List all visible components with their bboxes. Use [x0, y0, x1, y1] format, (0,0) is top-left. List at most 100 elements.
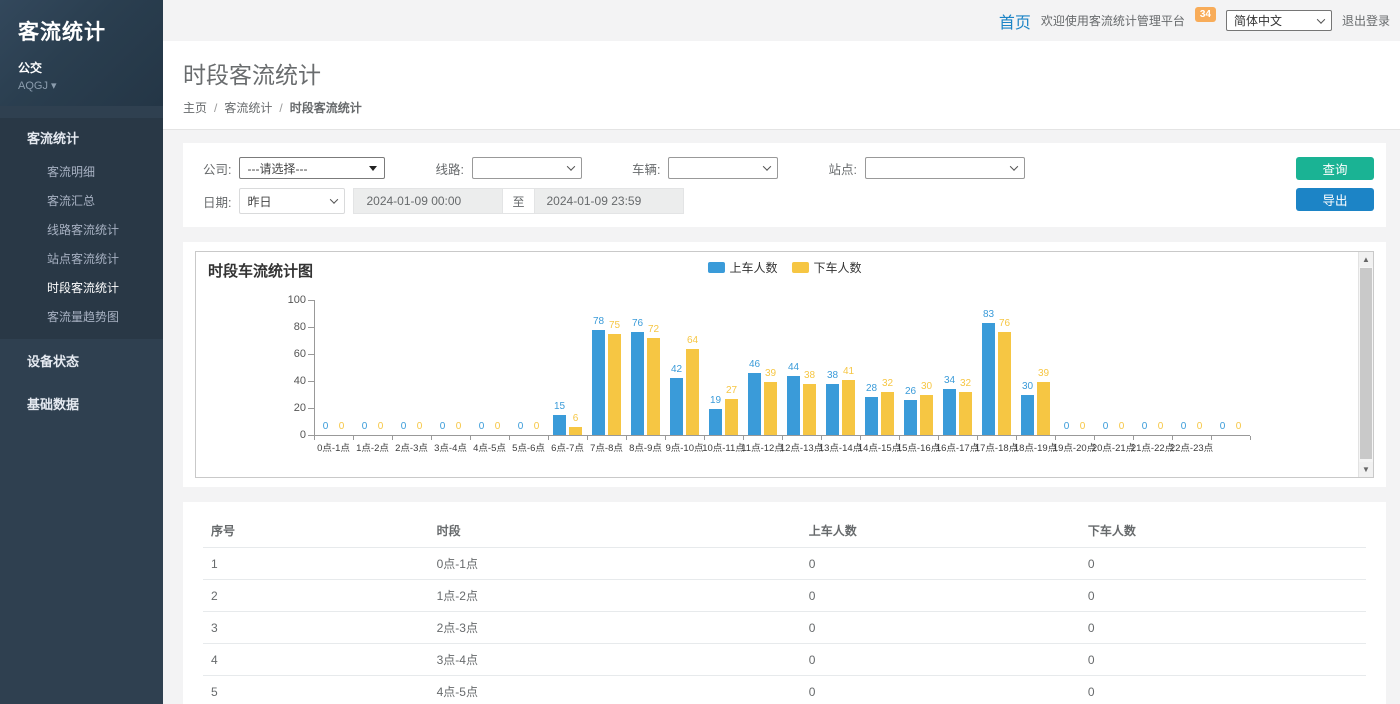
bar-value: 0 — [520, 421, 554, 432]
nav-submenu: 客流明细 客流汇总 线路客流统计 站点客流统计 时段客流统计 客流量趋势图 — [0, 157, 163, 339]
chart-scrollbar[interactable]: ▲ ▼ — [1358, 252, 1373, 477]
nav-section-passenger-stats: 客流统计 客流明细 客流汇总 线路客流统计 站点客流统计 时段客流统计 客流量趋… — [0, 118, 163, 339]
bar-value: 15 — [543, 401, 577, 412]
bar — [631, 332, 644, 435]
breadcrumb-item[interactable]: 主页 — [183, 99, 207, 116]
sidebar-item-passenger-summary[interactable]: 客流汇总 — [0, 186, 163, 215]
y-axis-label: 60 — [254, 348, 306, 360]
bar — [592, 330, 605, 435]
date-range-group: 2024-01-09 00:00 至 2024-01-09 23:59 — [353, 188, 683, 214]
logout-link[interactable]: 退出登录 — [1342, 12, 1390, 29]
bar — [787, 376, 800, 435]
home-link[interactable]: 首页 — [999, 9, 1031, 33]
table-cell: 0点-1点 — [429, 548, 801, 580]
vehicle-select[interactable] — [668, 157, 778, 179]
breadcrumb-item[interactable]: 客流统计 — [224, 99, 272, 116]
date-between-label: 至 — [503, 188, 533, 214]
export-button[interactable]: 导出 — [1296, 188, 1374, 211]
y-axis-tick — [308, 381, 314, 382]
sidebar-item-passenger-stats[interactable]: 客流统计 — [0, 118, 163, 157]
sidebar-item-passenger-detail[interactable]: 客流明细 — [0, 157, 163, 186]
bar-value: 27 — [715, 385, 749, 396]
chart-panel: 时段车流统计图 上车人数下车人数 0204060801000点-1点1点-2点2… — [183, 242, 1386, 487]
chevron-down-icon — [1317, 15, 1325, 23]
scrollbar-thumb[interactable] — [1360, 268, 1372, 459]
table-cell: 0 — [1080, 580, 1366, 612]
x-axis-label: 22点-23点 — [1152, 440, 1232, 454]
sidebar-item-station-stats[interactable]: 站点客流统计 — [0, 244, 163, 273]
table-cell: 0 — [801, 676, 1080, 704]
line-select[interactable] — [472, 157, 582, 179]
breadcrumb-item: 时段客流统计 — [290, 99, 362, 116]
table-row: 54点-5点00 — [203, 676, 1366, 704]
company-select-value: ---请选择--- — [247, 160, 307, 177]
bar — [865, 397, 878, 435]
sidebar-item-timeperiod-stats[interactable]: 时段客流统计 — [0, 273, 163, 302]
breadcrumb-separator: / — [279, 101, 282, 115]
table-panel: 序号 时段 上车人数 下车人数 10点-1点0021点-2点0032点-3点00… — [183, 502, 1386, 704]
company-filter: 公司: ---请选择--- — [203, 157, 385, 179]
chevron-down-icon — [1010, 162, 1018, 170]
y-axis-tick — [308, 327, 314, 328]
table-cell: 1 — [203, 548, 429, 580]
language-select-value: 简体中文 — [1234, 12, 1282, 29]
col-header-index: 序号 — [203, 514, 429, 548]
sidebar-item-device-status[interactable]: 设备状态 — [0, 339, 163, 382]
scroll-down-arrow-icon[interactable]: ▼ — [1359, 462, 1373, 477]
station-label: 站点: — [828, 159, 856, 178]
company-select[interactable]: ---请选择--- — [239, 157, 385, 179]
date-preset-value: 昨日 — [247, 193, 271, 210]
table-cell: 0 — [1080, 676, 1366, 704]
sidebar-item-line-stats[interactable]: 线路客流统计 — [0, 215, 163, 244]
vehicle-label: 车辆: — [632, 159, 660, 178]
content: 公司: ---请选择--- 线路: 车辆: — [163, 130, 1400, 704]
table-row: 10点-1点00 — [203, 548, 1366, 580]
y-axis-tick — [308, 300, 314, 301]
company-label: 公司: — [203, 159, 231, 178]
y-axis-label: 80 — [254, 321, 306, 333]
bar — [569, 427, 582, 435]
bar-value: 72 — [637, 324, 671, 335]
station-select[interactable] — [865, 157, 1025, 179]
main-area: 首页 欢迎使用客流统计管理平台 34 简体中文 退出登录 时段客流统计 主页 / 客… — [163, 0, 1400, 704]
y-axis-label: 100 — [254, 294, 306, 306]
sidebar-item-base-data[interactable]: 基础数据 — [0, 382, 163, 425]
table-cell: 1点-2点 — [429, 580, 801, 612]
x-axis-tick — [1250, 436, 1251, 440]
date-start-input[interactable]: 2024-01-09 00:00 — [353, 188, 503, 214]
page-title: 时段客流统计 — [183, 56, 1380, 90]
language-select[interactable]: 简体中文 — [1226, 10, 1332, 31]
welcome-text: 欢迎使用客流统计管理平台 — [1041, 12, 1185, 29]
bar — [920, 395, 933, 436]
table-cell: 0 — [1080, 612, 1366, 644]
notification-badge: 34 — [1195, 7, 1216, 22]
bar — [998, 332, 1011, 435]
bar — [881, 392, 894, 435]
line-filter: 线路: — [435, 157, 581, 179]
bar — [608, 334, 621, 435]
sidebar-item-trend-chart[interactable]: 客流量趋势图 — [0, 302, 163, 331]
bar — [647, 338, 660, 435]
scroll-up-arrow-icon[interactable]: ▲ — [1359, 252, 1373, 267]
date-filter: 日期: 昨日 2024-01-09 00:00 至 2024-01-09 23:… — [203, 188, 684, 214]
bar — [959, 392, 972, 435]
table-cell: 5 — [203, 676, 429, 704]
date-end-input[interactable]: 2024-01-09 23:59 — [534, 188, 684, 214]
sidebar-nav: 客流统计 客流明细 客流汇总 线路客流统计 站点客流统计 时段客流统计 客流量趋… — [0, 118, 163, 425]
breadcrumb-separator: / — [214, 101, 217, 115]
station-filter: 站点: — [828, 157, 1024, 179]
topbar: 首页 欢迎使用客流统计管理平台 34 简体中文 退出登录 — [163, 0, 1400, 41]
query-button[interactable]: 查询 — [1296, 157, 1374, 180]
chevron-down-icon — [567, 162, 575, 170]
filter-panel: 公司: ---请选择--- 线路: 车辆: — [183, 143, 1386, 227]
y-axis-tick — [308, 408, 314, 409]
bar-value: 6 — [559, 413, 593, 424]
user-dropdown[interactable]: AQGJ ▾ — [18, 79, 145, 92]
bar — [803, 384, 816, 435]
table-row: 32点-3点00 — [203, 612, 1366, 644]
bar — [670, 378, 683, 435]
date-preset-select[interactable]: 昨日 — [239, 188, 345, 214]
date-label: 日期: — [203, 192, 231, 211]
table-cell: 4 — [203, 644, 429, 676]
table-cell: 4点-5点 — [429, 676, 801, 704]
